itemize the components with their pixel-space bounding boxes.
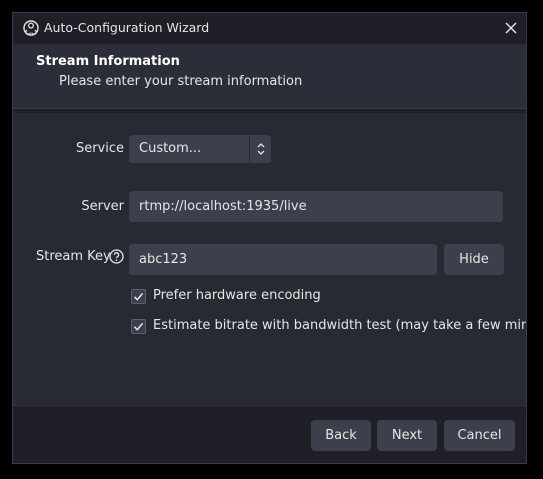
stream-key-input[interactable] [129, 244, 437, 275]
service-label: Service [75, 141, 124, 156]
window-title: Auto-Configuration Wizard [44, 20, 210, 35]
page-subtitle: Please enter your stream information [59, 74, 303, 89]
prefer-hardware-label: Prefer hardware encoding [153, 288, 321, 303]
stream-info-form: Service Custom... Server Stream Key Hide [13, 113, 526, 405]
page-title: Stream Information [36, 54, 180, 69]
bandwidth-test-checkbox[interactable] [131, 318, 146, 334]
next-button[interactable]: Next [377, 420, 437, 451]
obs-logo-icon [23, 20, 39, 36]
stream-key-label: Stream Key [36, 249, 111, 264]
checkmark-icon [133, 322, 144, 331]
back-button[interactable]: Back [311, 420, 371, 451]
prefer-hardware-checkbox[interactable] [131, 288, 146, 304]
prefer-hardware-checkbox-row[interactable]: Prefer hardware encoding [131, 287, 321, 305]
service-select-value: Custom... [139, 141, 202, 156]
page-header: Stream Information Please enter your str… [13, 44, 526, 109]
checkmark-icon [133, 292, 144, 301]
server-label: Server [81, 199, 124, 214]
wizard-window: Auto-Configuration Wizard Stream Informa… [12, 12, 527, 464]
bandwidth-test-label: Estimate bitrate with bandwidth test (ma… [153, 318, 526, 333]
title-bar: Auto-Configuration Wizard [13, 13, 526, 43]
server-input[interactable] [129, 191, 503, 222]
close-icon[interactable] [501, 18, 521, 38]
cancel-button[interactable]: Cancel [444, 420, 515, 451]
bandwidth-test-checkbox-row[interactable]: Estimate bitrate with bandwidth test (ma… [131, 317, 526, 335]
up-down-chevron-icon [249, 135, 271, 163]
question-circle-icon[interactable] [109, 249, 124, 264]
button-bar: Back Next Cancel [13, 405, 526, 463]
hide-button[interactable]: Hide [444, 244, 504, 275]
service-select[interactable]: Custom... [129, 135, 271, 163]
